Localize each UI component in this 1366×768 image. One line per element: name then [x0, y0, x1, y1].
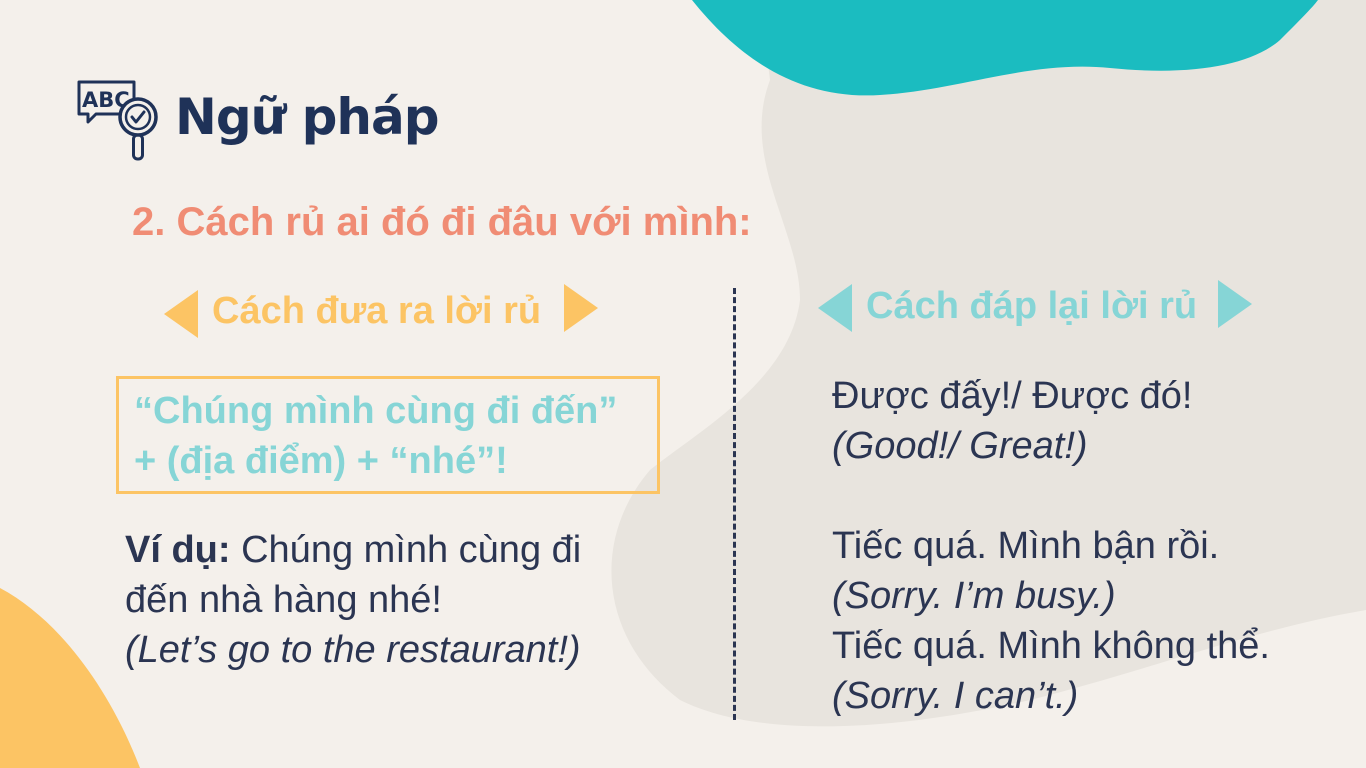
triangle-right-icon — [564, 284, 598, 332]
response-item: Tiếc quá. Mình bận rồi. (Sorry. I’m busy… — [832, 521, 1270, 721]
response-text: Tiếc quá. Mình bận rồi. — [832, 525, 1220, 567]
example: Ví dụ: Chúng mình cùng đi đến nhà hàng n… — [125, 525, 581, 675]
response-text: Được đấy!/ Được đó! — [832, 375, 1193, 417]
response-text: Tiếc quá. Mình không thể. — [832, 625, 1270, 667]
example-translation: (Let’s go to the restaurant!) — [125, 629, 581, 671]
formula-line: + (địa điểm) + “nhé”! — [134, 440, 508, 482]
formula: “Chúng mình cùng đi đến” + (địa điểm) + … — [134, 386, 617, 486]
triangle-left-icon — [164, 290, 198, 338]
page-title: Ngữ pháp — [175, 88, 440, 146]
column-divider — [733, 288, 736, 720]
response-translation: (Sorry. I can’t.) — [832, 675, 1079, 717]
triangle-right-icon — [1218, 280, 1252, 328]
section-subtitle: 2. Cách rủ ai đó đi đâu với mình: — [132, 200, 752, 244]
example-sentence: Ví dụ: Chúng mình cùng đi — [125, 525, 581, 575]
yellow-blob — [0, 588, 140, 768]
grammar-check-icon: ABC — [77, 80, 158, 161]
example-text: đến nhà hàng nhé! — [125, 579, 442, 621]
response-translation: (Good!/ Great!) — [832, 425, 1088, 467]
example-text: Chúng mình cùng đi — [230, 529, 582, 571]
example-label: Ví dụ: — [125, 529, 231, 571]
response-item: Được đấy!/ Được đó! (Good!/ Great!) — [832, 371, 1192, 471]
left-column-heading: Cách đưa ra lời rủ — [212, 290, 542, 332]
right-column-heading: Cách đáp lại lời rủ — [866, 285, 1198, 327]
response-translation: (Sorry. I’m busy.) — [832, 575, 1116, 617]
triangle-left-icon — [818, 284, 852, 332]
formula-line: “Chúng mình cùng đi đến” — [134, 390, 618, 432]
